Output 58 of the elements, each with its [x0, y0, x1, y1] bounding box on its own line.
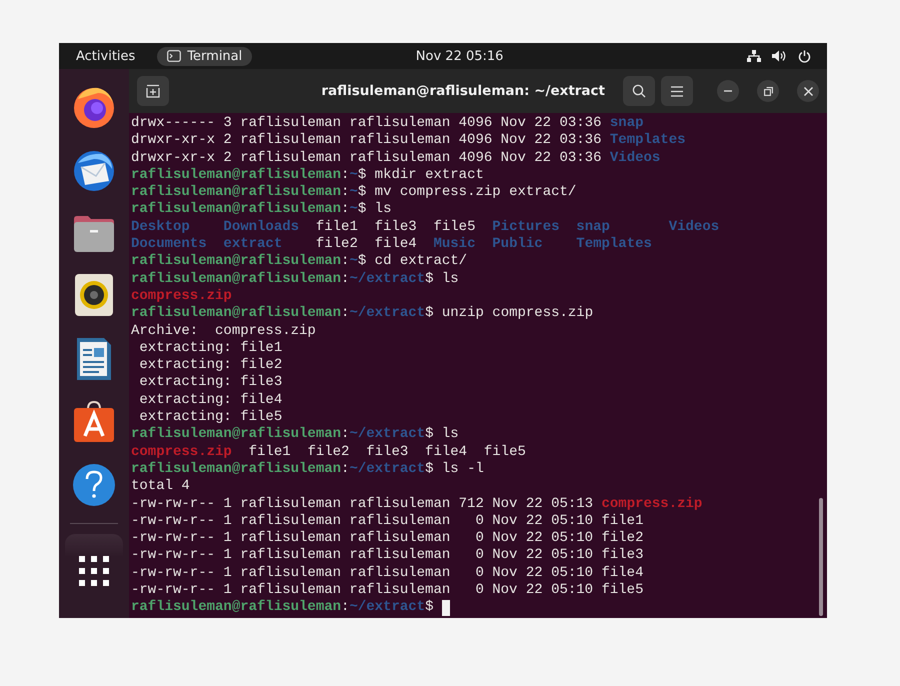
activities-button[interactable]: Activities: [76, 48, 136, 64]
app-menu-button[interactable]: Terminal: [157, 46, 252, 66]
terminal-line: extracting: file3: [138, 374, 282, 392]
help-icon[interactable]: [72, 463, 116, 507]
terminal-line: raflisuleman@raflisuleman:~/extract$ ls: [131, 270, 459, 288]
terminal-line: -rw-rw-r-- 1 raflisuleman raflisuleman 0 Nov 22 05:10 file1: [131, 512, 644, 530]
terminal-line: compress.zip file1 file2 file3 file4 file5: [131, 444, 526, 461]
close-icon: [804, 86, 812, 96]
terminal-line: Desktop Downloads file1 file3 file5 Pictures snap Videos: [131, 218, 720, 236]
volume-icon[interactable]: [772, 50, 787, 62]
terminal-line: compress.zip: [131, 288, 232, 306]
terminal-line: drwxr-xr-x 2 raflisuleman raflisuleman 4096 Nov 22 03:36 Templates: [131, 132, 686, 150]
scrollbar[interactable]: [819, 498, 823, 616]
network-icon[interactable]: [746, 50, 761, 62]
mail-icon[interactable]: [72, 149, 116, 193]
window-title: raflisuleman@raflisuleman: ~/extract: [321, 83, 605, 99]
new-tab-button[interactable]: [137, 76, 169, 106]
search-button[interactable]: [623, 76, 655, 106]
terminal-line: -rw-rw-r-- 1 raflisuleman raflisuleman 712 Nov 22 05:13 compress.zip: [131, 496, 702, 513]
terminal-line: total 4: [131, 478, 190, 496]
terminal-line: Documents extract file2 file4 Music Public Templates: [131, 236, 652, 254]
terminal-line: extracting: file2: [138, 357, 282, 374]
firefox-icon[interactable]: [72, 85, 116, 129]
terminal-line: -rw-rw-r-- 1 raflisuleman raflisuleman 0 Nov 22 05:10 file4: [131, 564, 644, 582]
new-tab-icon: [146, 84, 160, 98]
terminal-line: Archive: compress.zip: [131, 322, 316, 340]
menu-button[interactable]: [661, 76, 693, 106]
terminal-line: raflisuleman@raflisuleman:~$ mkdir extract: [131, 166, 484, 184]
terminal-line: raflisuleman@raflisuleman:~/extract$ ls -l: [131, 460, 484, 478]
terminal-line: raflisuleman@raflisuleman:~$ mv compress.zip extract/: [131, 184, 576, 202]
restore-icon: [764, 86, 772, 96]
menu-icon: [671, 86, 683, 96]
terminal-line: extracting: file4: [138, 392, 282, 410]
app-grid-icon[interactable]: [79, 556, 109, 586]
terminal-line: raflisuleman@raflisuleman:~$ cd extract/: [131, 253, 468, 271]
minimize-button[interactable]: [717, 80, 739, 102]
terminal-line: extracting: file5: [138, 409, 282, 426]
clock[interactable]: Nov 22 05:16: [416, 48, 504, 64]
terminal-line: -rw-rw-r-- 1 raflisuleman raflisuleman 0 Nov 22 05:10 file5: [131, 582, 644, 600]
minimize-icon: [724, 90, 732, 92]
terminal-line: -rw-rw-r-- 1 raflisuleman raflisuleman 0 Nov 22 05:10 file2: [131, 530, 644, 548]
folder-icon[interactable]: [72, 213, 116, 253]
restore-button[interactable]: [757, 80, 779, 102]
terminal-line: raflisuleman@raflisuleman:~$ ls: [131, 201, 392, 219]
terminal-line: drwx------ 3 raflisuleman raflisuleman 4096 Nov 22 03:36 snap: [131, 115, 644, 132]
document-icon[interactable]: [74, 337, 114, 381]
terminal-line: raflisuleman@raflisuleman:~/extract$ unzip compress.zip: [131, 305, 594, 323]
terminal-line: raflisuleman@raflisuleman:~/extract$ ls: [131, 426, 459, 444]
terminal-line: extracting: file1: [138, 340, 282, 358]
search-icon: [632, 84, 646, 98]
terminal-line: -rw-rw-r-- 1 raflisuleman raflisuleman 0 Nov 22 05:10 file3: [131, 547, 644, 565]
speaker-icon[interactable]: [74, 273, 114, 317]
terminal-icon: [167, 50, 182, 62]
shopping-bag-icon[interactable]: [72, 401, 116, 443]
terminal-line: drwxr-xr-x 2 raflisuleman raflisuleman 4096 Nov 22 03:36 Videos: [131, 150, 660, 167]
close-button[interactable]: [797, 80, 819, 102]
power-icon[interactable]: [798, 50, 811, 62]
terminal-line: raflisuleman@raflisuleman:~/extract$: [131, 599, 434, 617]
